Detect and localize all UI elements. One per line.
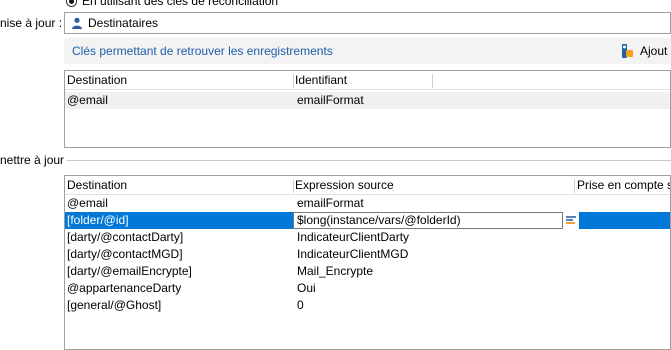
- table-row-selected[interactable]: [folder/@id] $long(instance/vars/@folder…: [65, 212, 670, 229]
- fields-row-expression: emailFormat: [297, 196, 364, 210]
- keys-section-title: Clés permettant de retrouver les enregis…: [72, 44, 333, 58]
- fields-row-expression: Mail_Encrypte: [297, 264, 374, 278]
- fields-row-destination: @email: [67, 196, 108, 210]
- table-row[interactable]: @email emailFormat: [65, 92, 670, 109]
- table-row[interactable]: [darty/@emailEncrypte] Mail_Encrypte: [65, 263, 670, 280]
- table-row[interactable]: [general/@Ghost] 0: [65, 297, 670, 314]
- keys-column-identifier[interactable]: Identifiant: [295, 72, 347, 89]
- reconciliation-radio[interactable]: [66, 0, 77, 7]
- reconciliation-radio-label: En utilisant des clés de réconciliation: [82, 0, 279, 8]
- table-row[interactable]: @email emailFormat: [65, 195, 670, 212]
- fields-table[interactable]: Destination Expression source Prise en c…: [64, 175, 671, 350]
- fields-group-label: nettre à jour: [0, 153, 65, 167]
- keys-row-destination: @email: [67, 93, 108, 107]
- keys-column-destination[interactable]: Destination: [67, 72, 127, 89]
- fields-row-destination: [general/@Ghost]: [67, 298, 162, 312]
- fields-row-destination: [darty/@contactDarty]: [67, 230, 184, 244]
- fields-row-expression: IndicateurClientMGD: [297, 247, 409, 261]
- fields-row-expression: 0: [297, 298, 304, 312]
- keys-table[interactable]: Destination Identifiant @email emailForm…: [64, 70, 671, 148]
- expression-edit-value: $long(instance/vars/@folderId): [297, 213, 461, 227]
- fields-row-expression: Oui: [297, 281, 316, 295]
- fields-row-destination: [folder/@id]: [67, 213, 129, 227]
- fields-row-destination: [darty/@emailEncrypte]: [67, 264, 192, 278]
- expression-editor-button[interactable]: [563, 212, 579, 229]
- table-row[interactable]: [darty/@contactMGD] IndicateurClientMGD: [65, 246, 670, 263]
- fields-row-destination: @appartenanceDarty: [67, 281, 182, 295]
- target-combo[interactable]: Destinataires: [64, 12, 671, 34]
- fields-table-header: Destination Expression source Prise en c…: [65, 177, 670, 195]
- fields-group-divider: [67, 160, 671, 161]
- fields-column-destination[interactable]: Destination: [67, 177, 127, 194]
- recipient-icon: [72, 17, 82, 29]
- target-label: nise à jour :: [0, 16, 63, 30]
- expression-editor-icon: [566, 216, 576, 224]
- add-key-button[interactable]: Ajout: [640, 44, 667, 58]
- keys-row-identifier: emailFormat: [297, 93, 364, 107]
- fields-column-prise-en-compte[interactable]: Prise en compte s: [577, 177, 670, 194]
- add-key-icon[interactable]: [620, 43, 634, 59]
- fields-column-expression[interactable]: Expression source: [295, 177, 394, 194]
- keys-table-header: Destination Identifiant: [65, 72, 670, 90]
- table-row[interactable]: @appartenanceDarty Oui: [65, 280, 670, 297]
- fields-row-destination: [darty/@contactMGD]: [67, 247, 183, 261]
- table-row[interactable]: [darty/@contactDarty] IndicateurClientDa…: [65, 229, 670, 246]
- expression-edit-field[interactable]: $long(instance/vars/@folderId): [293, 212, 563, 229]
- target-value: Destinataires: [88, 16, 159, 30]
- fields-row-expression: IndicateurClientDarty: [297, 230, 410, 244]
